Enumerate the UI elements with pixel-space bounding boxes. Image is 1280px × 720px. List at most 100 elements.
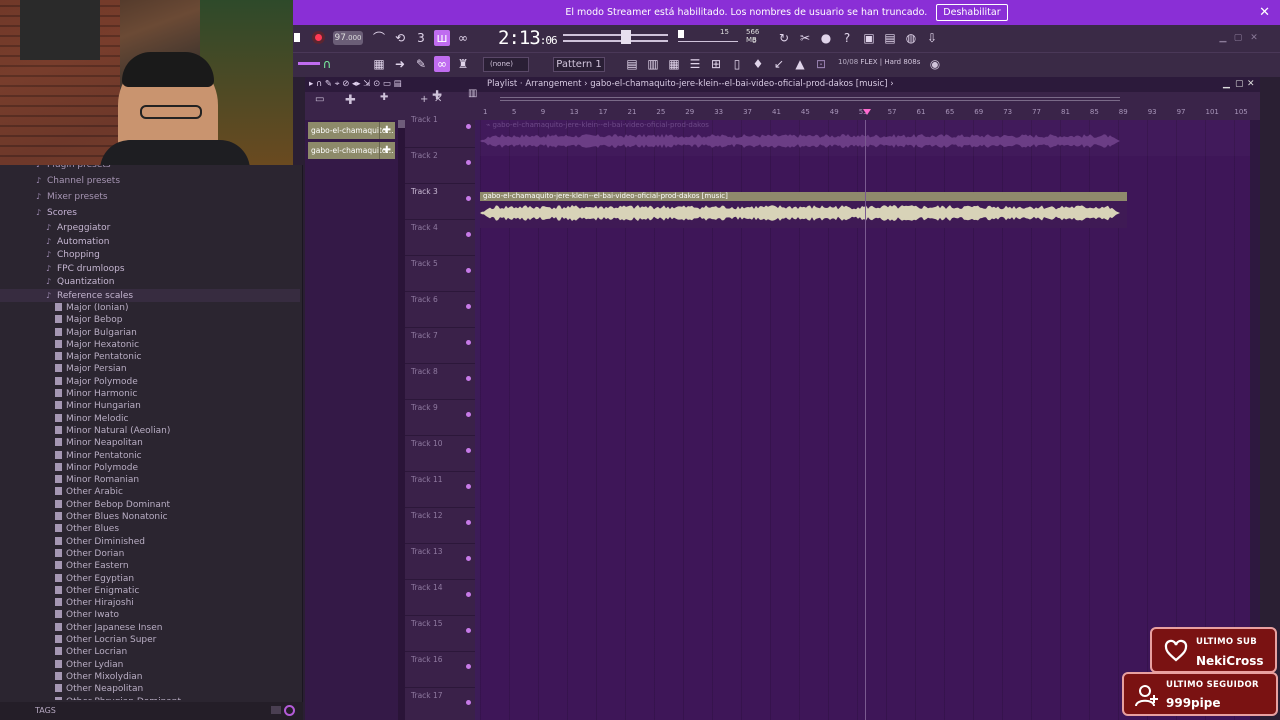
browser-file[interactable]: Other Dorian <box>0 548 300 560</box>
pattern-picker-icon[interactable]: ▭ <box>315 94 324 105</box>
track-led[interactable] <box>466 700 471 705</box>
playlist-close-icon[interactable]: ✕ <box>1247 77 1255 92</box>
track-header[interactable]: Track 13 <box>405 544 475 580</box>
track-header[interactable]: Track 8 <box>405 364 475 400</box>
play-icon[interactable] <box>294 33 300 42</box>
main-pitch-slider[interactable] <box>298 62 320 65</box>
track-header[interactable]: Track 3 <box>405 184 475 220</box>
folder-icon[interactable] <box>271 706 281 714</box>
browser-subfolder[interactable]: ♪ Chopping <box>0 248 300 262</box>
track-led[interactable] <box>466 664 471 669</box>
browser-file[interactable]: Other Enigmatic <box>0 585 300 597</box>
track-led[interactable] <box>466 304 471 309</box>
preview-icon[interactable]: ◉ <box>927 56 943 72</box>
wait-icon[interactable]: ⟲ <box>392 30 408 46</box>
browser-file[interactable]: Other Egyptian <box>0 573 300 585</box>
grid-icon[interactable]: ▥ <box>468 88 477 99</box>
track-led[interactable] <box>466 520 471 525</box>
news-ticker[interactable]: 10/08 FLEX | Hard 808s <box>838 58 920 66</box>
track-led[interactable] <box>466 376 471 381</box>
blend-icon[interactable]: ш <box>434 30 450 46</box>
stamp-icon[interactable]: ♜ <box>455 56 471 72</box>
browser-file[interactable]: Other Blues Nonatonic <box>0 511 300 523</box>
browser-file[interactable]: Minor Hungarian <box>0 400 300 412</box>
refresh-icon[interactable]: ↻ <box>776 30 792 46</box>
microphone-icon[interactable]: ● <box>818 30 834 46</box>
zoom-icon[interactable]: ✚ <box>432 88 442 102</box>
master-sliders[interactable] <box>563 30 668 46</box>
browser-file[interactable]: Other Bebop Dominant <box>0 499 300 511</box>
track-led[interactable] <box>466 448 471 453</box>
render-icon[interactable]: ▤ <box>882 30 898 46</box>
add-track-icon[interactable]: + <box>420 94 428 105</box>
track-header[interactable]: Track 1 <box>405 112 475 148</box>
track-header[interactable]: Track 16 <box>405 652 475 688</box>
track-led[interactable] <box>466 412 471 417</box>
track-header[interactable]: Track 12 <box>405 508 475 544</box>
browser-subfolder[interactable]: ♪ Reference scales <box>0 288 300 302</box>
metronome-icon[interactable]: ⌒ <box>371 30 387 46</box>
add-icon[interactable]: ✚ <box>380 92 388 103</box>
playlist-icon[interactable]: ▤ <box>624 56 640 72</box>
arrow-icon[interactable]: ➜ <box>392 56 408 72</box>
muted-audio-clip[interactable]: ⌁ gabo-el-chamaquito-jere-klein--el-bai-… <box>480 120 1127 156</box>
browser-file[interactable]: Major (Ionian) <box>0 302 300 314</box>
track-led[interactable] <box>466 160 471 165</box>
mixer-icon[interactable]: ☰ <box>687 56 703 72</box>
browser-file[interactable]: Other Locrian Super <box>0 634 300 646</box>
plugin-icon[interactable]: ▯ <box>729 56 745 72</box>
tempo-display[interactable]: 97.000 <box>333 31 363 45</box>
browser-file[interactable]: Minor Polymode <box>0 462 300 474</box>
browser-file[interactable]: Other Blues <box>0 523 300 535</box>
link-icon[interactable]: ∞ <box>434 56 450 72</box>
audio-clip[interactable]: gabo-el-chamaquito-jere-klein--el-bai-vi… <box>480 192 1127 228</box>
track-header[interactable]: Track 17 <box>405 688 475 720</box>
browser-file[interactable]: Other Diminished <box>0 536 300 548</box>
cart-icon[interactable]: ⊡ <box>813 56 829 72</box>
clip-item[interactable]: gabo-el-chamaquito... ✚ <box>308 142 395 159</box>
track-header[interactable]: Track 4 <box>405 220 475 256</box>
record-button[interactable] <box>312 31 325 44</box>
playlist-minimize-icon[interactable]: ▁ <box>1223 77 1230 92</box>
track-led[interactable] <box>466 232 471 237</box>
close-icon[interactable]: ✕ <box>1259 0 1270 25</box>
track-header[interactable]: Track 6 <box>405 292 475 328</box>
track-led[interactable] <box>466 268 471 273</box>
master-volume-knob[interactable] <box>621 30 631 44</box>
download-icon[interactable]: ⇩ <box>924 30 940 46</box>
browser-file[interactable]: Minor Melodic <box>0 413 300 425</box>
track-led[interactable] <box>466 628 471 633</box>
help-icon[interactable]: ? <box>839 30 855 46</box>
browser-file[interactable]: Major Polymode <box>0 376 300 388</box>
browser-file[interactable]: Other Eastern <box>0 560 300 572</box>
browser-subfolder[interactable]: ♪ Automation <box>0 235 300 249</box>
playlist-maximize-icon[interactable]: ▢ <box>1235 77 1244 92</box>
snap-selector[interactable]: (none) <box>483 57 529 72</box>
playlist-nav-icons[interactable]: ▸ ∩ ✎ ⌖ ⊘ ◂▸ ⇲ ⊙ ▭ ▤ <box>309 77 402 92</box>
horizontal-scrollbar[interactable] <box>500 97 1120 101</box>
track-led[interactable] <box>466 592 471 597</box>
clip-item[interactable]: gabo-el-chamaquito... ✚ <box>308 122 395 139</box>
browser-file[interactable]: Minor Neapolitan <box>0 437 300 449</box>
chat-icon[interactable]: ◍ <box>903 30 919 46</box>
tools-icon[interactable]: ↙ <box>771 56 787 72</box>
browser-subfolder[interactable]: ♪ Arpeggiator <box>0 221 300 235</box>
channel-rack-icon[interactable]: ▦ <box>666 56 682 72</box>
browser-folder[interactable]: ♪ Scores <box>0 205 300 221</box>
track-header[interactable]: Track 11 <box>405 472 475 508</box>
browser-file[interactable]: Other Mixolydian <box>0 671 300 683</box>
timeline-ruler[interactable]: 1 5 9 13 17 21 25 29 33 37 41 45 49 53 57 61 65 69 73 77 81 8… <box>480 92 1260 120</box>
search-icon[interactable] <box>284 705 295 716</box>
window-close-icon[interactable]: ✕ <box>1246 30 1262 46</box>
track-header[interactable]: Track 10 <box>405 436 475 472</box>
pencil-icon[interactable]: ✎ <box>413 56 429 72</box>
track-header[interactable]: Track 7 <box>405 328 475 364</box>
track-led[interactable] <box>466 340 471 345</box>
browser-file[interactable]: Major Pentatonic <box>0 351 300 363</box>
add-pattern-icon[interactable]: ✚ <box>345 93 356 108</box>
track-header[interactable]: Track 9 <box>405 400 475 436</box>
touch-keyboard-icon[interactable]: ▲ <box>792 56 808 72</box>
track-led[interactable] <box>466 556 471 561</box>
browser-file[interactable]: Other Japanese Insen <box>0 622 300 634</box>
track-header[interactable]: Track 15 <box>405 616 475 652</box>
